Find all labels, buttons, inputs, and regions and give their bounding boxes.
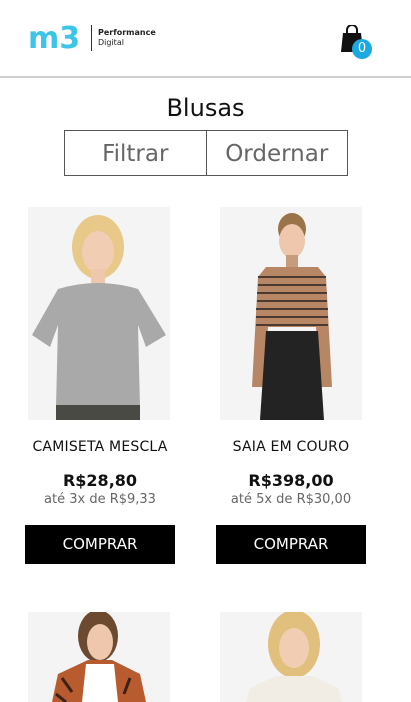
product-image[interactable] xyxy=(220,207,362,420)
logo-text: Performance Digital xyxy=(98,28,156,48)
buy-button[interactable]: COMPRAR xyxy=(216,525,366,564)
filter-button[interactable]: Filtrar xyxy=(65,131,206,175)
product-name[interactable]: CAMISETA MESCLA xyxy=(15,439,185,455)
product-image[interactable] xyxy=(28,612,170,702)
page-title: Blusas xyxy=(166,94,245,122)
cart-button[interactable]: 0 xyxy=(340,24,372,61)
filter-sort-bar: Filtrar Ordernar xyxy=(64,130,348,176)
product-name[interactable]: SAIA EM COURO xyxy=(206,439,376,455)
logo-line-2: Digital xyxy=(98,38,124,47)
buy-button[interactable]: COMPRAR xyxy=(25,525,175,564)
product-price: R$28,80 xyxy=(62,471,138,490)
product-installments: até 5x de R$30,00 xyxy=(230,492,352,507)
m3-logo-icon: m3 xyxy=(28,24,80,52)
brand-logo[interactable]: m3 Performance Digital xyxy=(28,24,156,52)
product-installments: até 3x de R$9,33 xyxy=(44,492,156,507)
logo-mark-text: m3 xyxy=(28,24,80,52)
logo-divider xyxy=(91,25,92,51)
logo-line-1: Performance xyxy=(98,28,156,37)
product-photo-skirt xyxy=(220,207,362,420)
product-photo-knit xyxy=(220,612,362,702)
app-header: m3 Performance Digital 0 xyxy=(0,0,411,78)
sort-button[interactable]: Ordernar xyxy=(205,131,348,175)
product-price: R$398,00 xyxy=(248,471,334,490)
product-photo-tshirt xyxy=(28,207,170,420)
product-image[interactable] xyxy=(28,207,170,420)
cart-count-badge: 0 xyxy=(352,39,372,59)
product-image[interactable] xyxy=(220,612,362,702)
product-photo-cardigan xyxy=(28,612,170,702)
